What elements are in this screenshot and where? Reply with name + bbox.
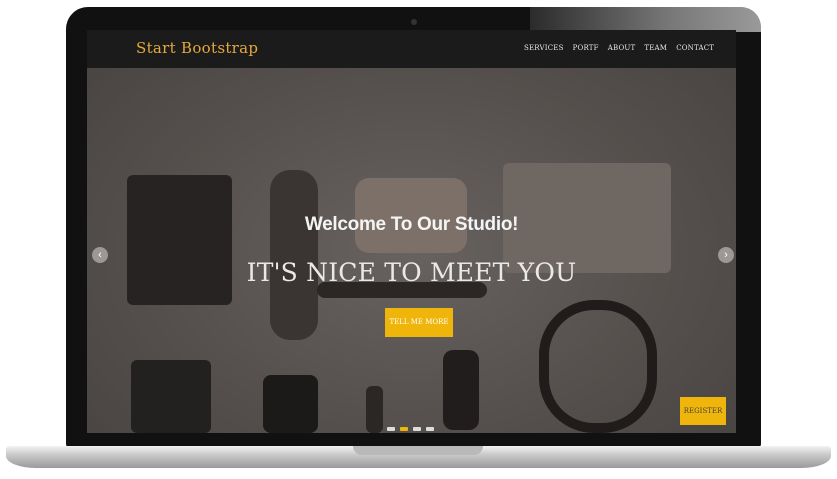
nav-menu: SERVICES PORTF ABOUT TEAM CONTACT xyxy=(524,44,714,52)
webcam xyxy=(411,19,417,25)
nav-link-portfolio[interactable]: PORTF xyxy=(573,44,599,52)
phone-image xyxy=(263,375,318,433)
laptop-notch xyxy=(353,446,483,455)
nav-link-about[interactable]: ABOUT xyxy=(608,44,636,52)
carousel-indicators xyxy=(387,427,434,431)
corner-action-button[interactable]: REGISTER xyxy=(680,397,726,425)
carousel-dot[interactable] xyxy=(413,427,421,431)
hero-heading: IT'S NICE TO MEET YOU xyxy=(246,258,577,287)
top-navbar: Start Bootstrap SERVICES PORTF ABOUT TEA… xyxy=(87,30,736,68)
nav-link-services[interactable]: SERVICES xyxy=(524,44,564,52)
nav-link-team[interactable]: TEAM xyxy=(644,44,667,52)
carousel-dot-active[interactable] xyxy=(400,427,408,431)
usb-image xyxy=(366,386,383,433)
carousel-dot[interactable] xyxy=(426,427,434,431)
sunglasses-image xyxy=(270,170,318,340)
brand-logo[interactable]: Start Bootstrap xyxy=(136,39,258,57)
tell-me-more-button[interactable]: TELL ME MORE xyxy=(385,308,453,337)
nav-link-contact[interactable]: CONTACT xyxy=(676,44,714,52)
laptop-glare xyxy=(530,7,761,32)
cardholder-image xyxy=(131,360,211,433)
belt-image xyxy=(539,300,657,433)
watch-image xyxy=(443,350,479,430)
laptop-screen: Start Bootstrap SERVICES PORTF ABOUT TEA… xyxy=(87,30,736,433)
carousel-dot[interactable] xyxy=(387,427,395,431)
hero-subheading: Welcome To Our Studio! xyxy=(304,214,519,235)
